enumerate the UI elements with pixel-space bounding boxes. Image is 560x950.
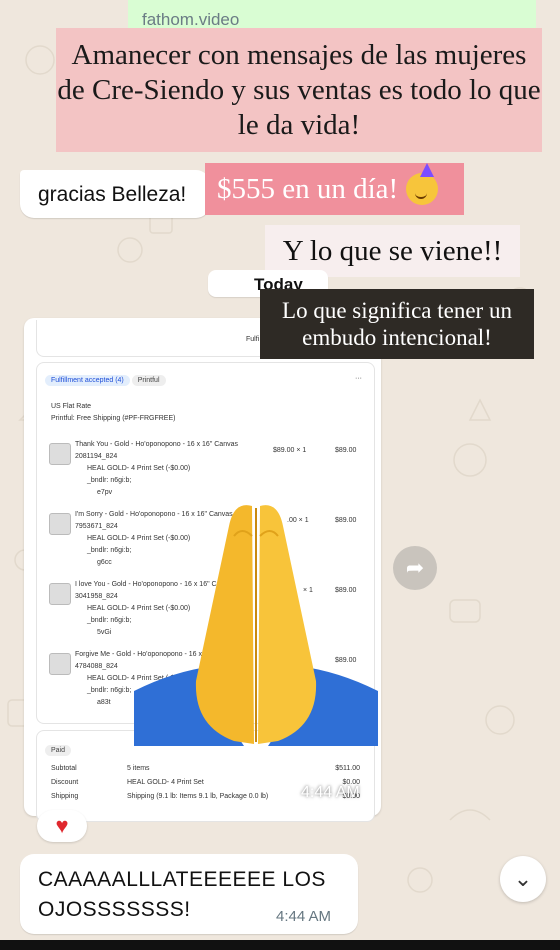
summary-value: $511.00 — [335, 765, 360, 772]
paid-badge: Paid — [45, 745, 72, 756]
item-code: 5vGi — [97, 629, 112, 636]
chevron-down-icon: ⌄ — [513, 866, 533, 891]
summary-label: Discount — [51, 779, 79, 786]
summary-desc: 5 items — [127, 765, 150, 772]
folded-hands-icon — [134, 505, 378, 746]
more-icon: ··· — [355, 375, 362, 382]
item-sku: 3041958_824 — [75, 593, 118, 600]
funnel-overlay: Lo que significa tener un embudo intenci… — [260, 289, 534, 359]
sales-text: $555 en un día! — [217, 172, 399, 205]
scroll-down-button[interactable]: ⌄ — [500, 856, 546, 902]
item-addon: HEAL GOLD- 4 Print Set (-$0.00) — [87, 465, 191, 472]
line-item: Thank You - Gold - Ho'oponopono - 16 x 1… — [49, 441, 364, 503]
item-bndlr: _bndlr: n6gi:b; — [87, 687, 132, 694]
item-sku: 7953671_824 — [75, 523, 118, 530]
item-total: $89.00 — [335, 447, 357, 454]
summary-label: Shipping — [51, 793, 79, 800]
shipping-method: US Flat Rate — [51, 403, 92, 410]
summary-label: Subtotal — [51, 765, 77, 772]
fulfill-button: Fulfi — [246, 336, 260, 343]
story-title-overlay: Amanecer con mensajes de las mujeres de … — [56, 28, 542, 152]
item-sku: 4784088_824 — [75, 663, 118, 670]
image-timestamp: 4:44 AM — [301, 784, 360, 801]
item-code: a83t — [97, 699, 111, 706]
item-code: g6cc — [97, 559, 112, 566]
item-bndlr: _bndlr: n6gi:b; — [87, 617, 132, 624]
item-price: $89.00 × 1 — [273, 447, 307, 454]
product-thumbnail — [49, 653, 71, 675]
heart-icon: ♥ — [55, 813, 69, 838]
fulfillment-badge: Fulfillment accepted (4) — [45, 375, 130, 386]
item-code: e7pv — [97, 489, 113, 496]
printful-badge: Printful — [131, 375, 166, 386]
summary-desc: Shipping (9.1 lb: Items 9.1 lb, Package … — [127, 793, 269, 800]
forward-button[interactable]: ➦ — [393, 546, 437, 590]
item-sku: 2081194_824 — [75, 453, 118, 460]
bottom-edge — [0, 940, 560, 950]
partying-face-icon — [406, 163, 439, 205]
product-thumbnail — [49, 443, 71, 465]
item-title: Thank You - Gold - Ho'oponopono - 16 x 1… — [75, 441, 238, 448]
link-preview-url[interactable]: fathom.video — [142, 10, 239, 30]
shipping-sub: Printful: Free Shipping (#PF-FRGFREE) — [51, 415, 176, 422]
message-timestamp: 4:44 AM — [276, 908, 332, 925]
sales-overlay: $555 en un día! — [205, 163, 464, 215]
item-bndlr: _bndlr: n6gi:b; — [87, 547, 132, 554]
item-bndlr: _bndlr: n6gi:b; — [87, 477, 132, 484]
summary-desc: HEAL GOLD- 4 Print Set — [127, 779, 204, 786]
product-thumbnail — [49, 513, 71, 535]
gracias-message-text: gracias Belleza! — [38, 183, 187, 206]
heart-reaction[interactable]: ♥ — [37, 810, 87, 842]
share-arrow-icon: ➦ — [405, 555, 425, 580]
product-thumbnail — [49, 583, 71, 605]
